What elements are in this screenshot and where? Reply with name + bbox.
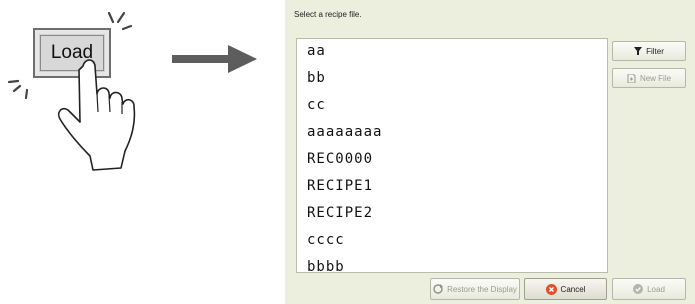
refresh-icon xyxy=(433,284,444,294)
file-list-item[interactable]: REC0000 xyxy=(307,150,373,168)
file-list-item[interactable]: aa xyxy=(307,42,326,60)
cancel-button[interactable]: Cancel xyxy=(524,278,607,300)
new-file-button-label: New File xyxy=(639,73,672,83)
file-list-item[interactable]: RECIPE1 xyxy=(307,177,373,195)
new-file-button[interactable]: New File xyxy=(612,68,686,88)
filter-button-label: Filter xyxy=(646,46,664,56)
right-arrow-icon xyxy=(172,45,257,73)
filter-icon xyxy=(634,47,643,55)
load-button[interactable]: Load xyxy=(612,278,686,300)
file-list-item[interactable]: cccc xyxy=(307,231,345,249)
check-circle-icon xyxy=(633,284,644,294)
new-file-icon xyxy=(627,73,636,83)
file-list-item[interactable]: bbbb xyxy=(307,258,345,272)
file-list-item[interactable]: aaaaaaaa xyxy=(307,123,382,141)
restore-display-button[interactable]: Restore the Display xyxy=(430,278,520,300)
hand-pointer-icon xyxy=(57,59,136,171)
cancel-icon xyxy=(545,283,557,295)
file-list[interactable]: aa bb cc aaaaaaaa REC0000 RECIPE1 RECIPE… xyxy=(296,38,608,273)
select-recipe-dialog: Select a recipe file. aa bb cc aaaaaaaa … xyxy=(285,0,695,304)
file-list-item[interactable]: cc xyxy=(307,96,326,114)
restore-display-label: Restore the Display xyxy=(447,284,517,294)
filter-button[interactable]: Filter xyxy=(612,41,686,61)
dialog-title: Select a recipe file. xyxy=(294,10,362,19)
load-illustration: Load xyxy=(0,0,160,190)
file-list-item[interactable]: RECIPE2 xyxy=(307,204,373,222)
load-button-label: Load xyxy=(647,284,665,294)
file-list-item[interactable]: bb xyxy=(307,69,326,87)
cancel-button-label: Cancel xyxy=(560,284,586,294)
